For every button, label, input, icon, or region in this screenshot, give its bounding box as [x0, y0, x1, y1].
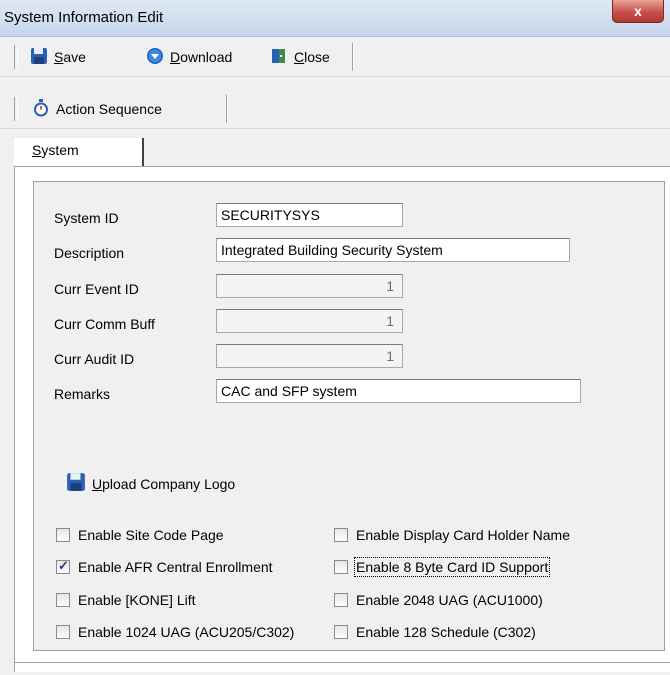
save-button[interactable]: Save	[30, 47, 86, 67]
action-toolbar: Action Sequence	[0, 89, 670, 129]
tab-system-label: System	[32, 142, 79, 158]
system-id-label: System ID	[54, 210, 119, 226]
curr-comm-buff-label: Curr Comm Buff	[54, 316, 155, 332]
action-sequence-label: Action Sequence	[56, 101, 162, 117]
checkbox-label: Enable 1024 UAG (ACU205/C302)	[78, 624, 295, 640]
curr-audit-id-label: Curr Audit ID	[54, 351, 135, 367]
checkbox-box[interactable]	[56, 625, 70, 639]
enable-128-schedule-checkbox[interactable]: Enable 128 Schedule (C302)	[334, 622, 536, 642]
upload-company-logo-button[interactable]: Upload Company Logo	[66, 472, 235, 495]
close-button[interactable]: Close	[270, 47, 330, 67]
checkmark-icon: ✓	[58, 558, 69, 573]
enable-2048-uag-checkbox[interactable]: Enable 2048 UAG (ACU1000)	[334, 590, 543, 610]
close-label: Close	[294, 49, 330, 65]
remarks-field[interactable]	[216, 379, 581, 403]
toolbar-grip[interactable]	[14, 45, 18, 69]
window-title: System Information Edit	[4, 9, 164, 26]
checkbox-label: Enable 2048 UAG (ACU1000)	[356, 592, 543, 608]
action-sequence-button[interactable]: Action Sequence	[32, 98, 162, 120]
save-label: Save	[54, 49, 86, 65]
enable-kone-lift-checkbox[interactable]: Enable [KONE] Lift	[56, 590, 196, 610]
checkbox-box[interactable]	[334, 528, 348, 542]
toolbar-grip[interactable]	[14, 97, 18, 121]
toolbar-separator	[352, 43, 354, 71]
checkbox-box[interactable]	[334, 625, 348, 639]
door-exit-icon	[270, 47, 288, 68]
checkbox-label: Enable 8 Byte Card ID Support	[353, 557, 551, 577]
window-close-button[interactable]: x	[612, 0, 664, 23]
download-label: Download	[170, 49, 233, 65]
curr-audit-id-field	[216, 344, 403, 368]
checkbox-label: Enable 128 Schedule (C302)	[356, 624, 536, 640]
tab-strip: System	[14, 138, 670, 168]
stopwatch-icon	[32, 98, 50, 120]
enable-site-code-page-checkbox[interactable]: Enable Site Code Page	[56, 525, 224, 545]
curr-event-id-label: Curr Event ID	[54, 281, 139, 297]
enable-afr-central-enrollment-checkbox[interactable]: ✓ Enable AFR Central Enrollment	[56, 557, 273, 577]
enable-1024-uag-checkbox[interactable]: Enable 1024 UAG (ACU205/C302)	[56, 622, 294, 642]
system-id-field[interactable]	[216, 203, 403, 227]
toolbar-separator	[226, 95, 228, 123]
checkbox-label: Enable AFR Central Enrollment	[78, 559, 273, 575]
tab-system[interactable]: System	[14, 138, 144, 168]
checkbox-label: Enable [KONE] Lift	[78, 592, 196, 608]
checkbox-box[interactable]	[56, 593, 70, 607]
floppy-disk-icon	[30, 47, 48, 68]
remarks-label: Remarks	[54, 386, 111, 402]
description-label: Description	[54, 245, 125, 261]
checkbox-box[interactable]	[56, 528, 70, 542]
download-arrow-icon	[146, 47, 164, 68]
floppy-disk-icon	[66, 472, 86, 495]
upload-company-logo-label: Upload Company Logo	[92, 475, 236, 492]
checkbox-box[interactable]: ✓	[56, 558, 70, 574]
title-bar: System Information Edit x	[0, 0, 670, 37]
curr-event-id-field	[216, 274, 403, 298]
system-information-edit-window: System Information Edit x Save Download …	[0, 0, 670, 675]
enable-display-card-holder-name-checkbox[interactable]: Enable Display Card Holder Name	[334, 525, 570, 545]
panel-bottom-edge	[14, 662, 670, 663]
checkbox-box[interactable]	[334, 560, 348, 574]
main-toolbar: Save Download Close	[0, 37, 670, 77]
enable-8-byte-card-id-support-checkbox[interactable]: Enable 8 Byte Card ID Support	[334, 557, 551, 577]
download-button[interactable]: Download	[146, 47, 232, 67]
checkbox-label: Enable Display Card Holder Name	[356, 527, 570, 543]
curr-comm-buff-field	[216, 309, 403, 333]
description-field[interactable]	[216, 238, 570, 262]
checkbox-box[interactable]	[334, 593, 348, 607]
checkbox-label: Enable Site Code Page	[78, 527, 224, 543]
